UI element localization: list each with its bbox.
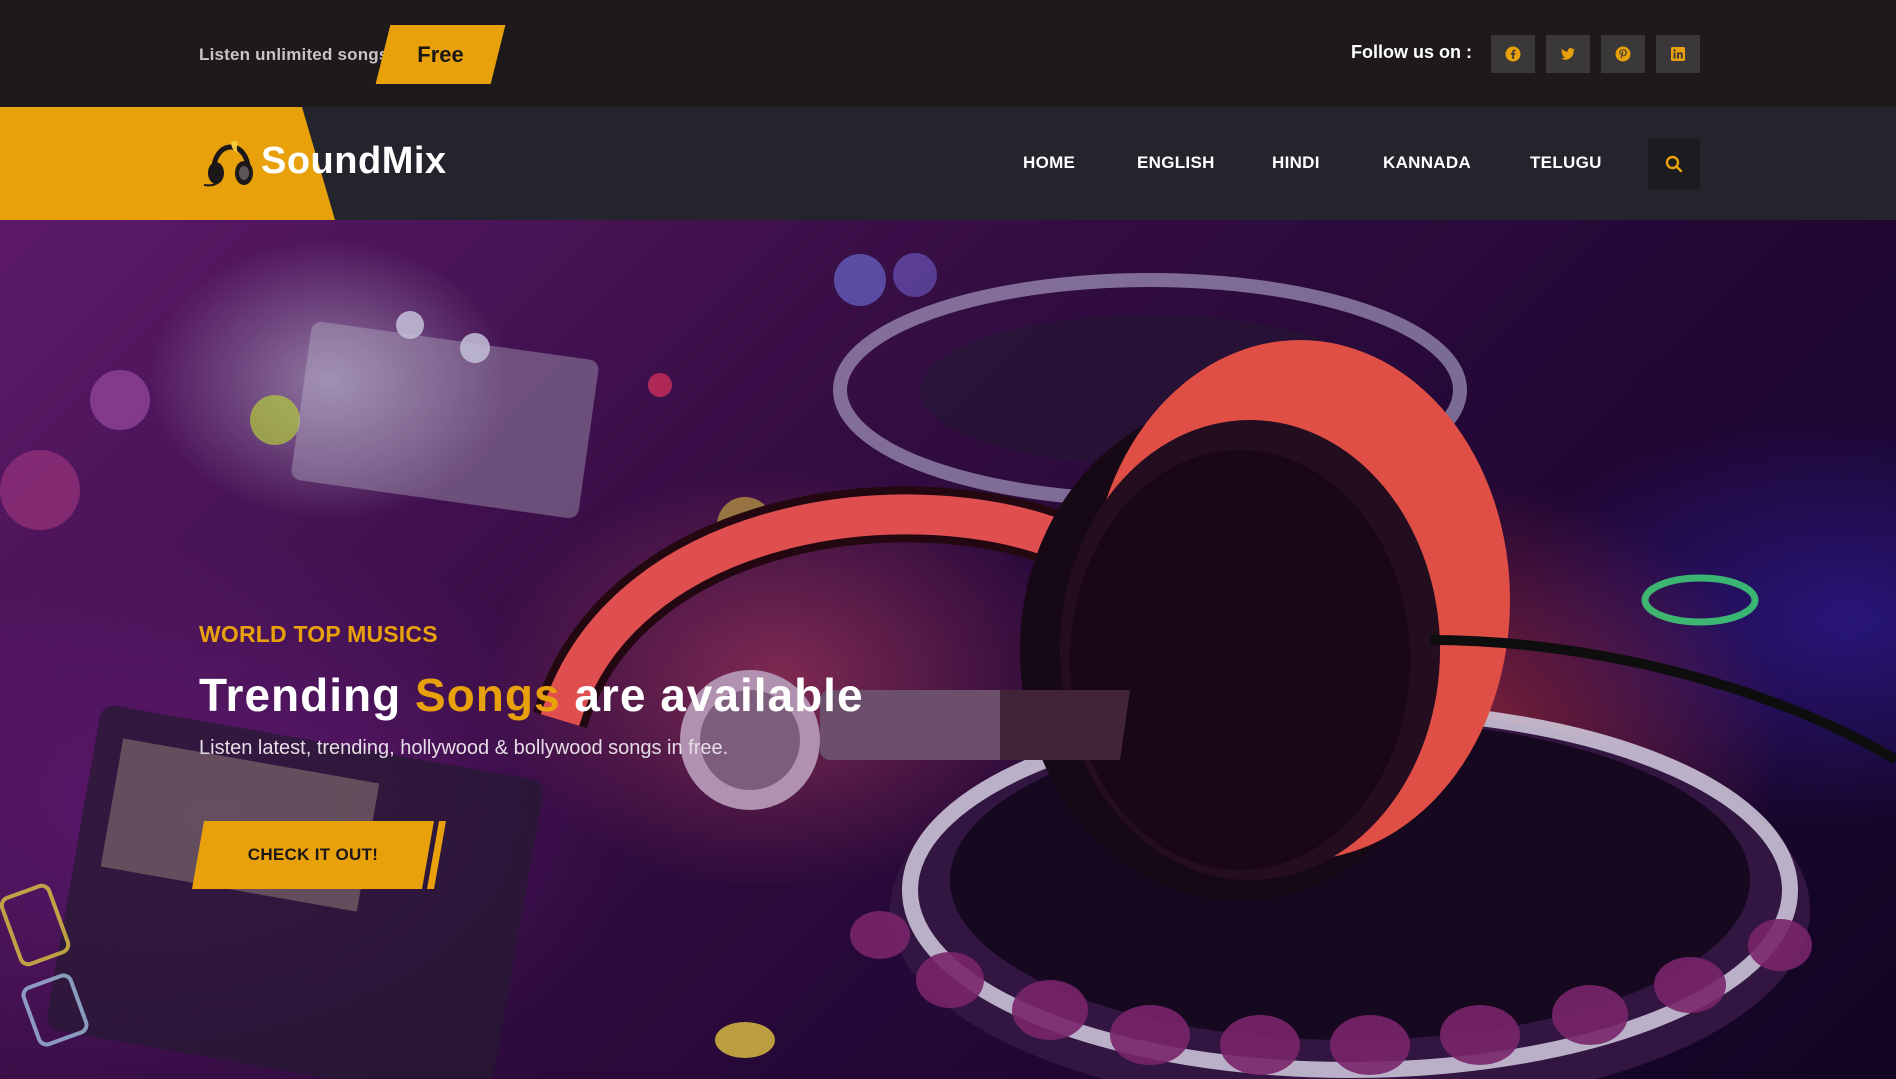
nav-home[interactable]: HOME (1023, 153, 1075, 173)
headphones-logo-icon (203, 140, 253, 187)
hero-subtitle: Listen latest, trending, hollywood & bol… (199, 737, 729, 759)
search-icon (1665, 155, 1683, 173)
hero-title-part2: are available (560, 669, 864, 721)
nav-telugu[interactable]: TELUGU (1530, 153, 1602, 173)
logo-text[interactable]: SoundMix (261, 140, 447, 183)
free-badge-label: Free (417, 42, 464, 67)
facebook-icon (1505, 46, 1521, 62)
hero-title-part1: Trending (199, 669, 415, 721)
top-bar: Listen unlimited songs Free Follow us on… (0, 0, 1896, 107)
linkedin-link[interactable] (1656, 35, 1700, 73)
pinterest-link[interactable] (1601, 35, 1645, 73)
twitter-icon (1560, 48, 1575, 60)
main-navbar: SoundMix HOME ENGLISH HINDI KANNADA TELU… (0, 107, 1896, 220)
free-badge: Free (375, 25, 506, 84)
pinterest-icon (1615, 46, 1631, 62)
linkedin-icon (1671, 47, 1685, 61)
nav-hindi[interactable]: HINDI (1272, 153, 1320, 173)
check-it-out-button[interactable]: CHECK IT OUT! (192, 821, 434, 889)
hero-title-highlight: Songs (415, 669, 561, 721)
nav-english[interactable]: ENGLISH (1137, 153, 1215, 173)
search-button[interactable] (1648, 138, 1700, 190)
hero-kicker: WORLD TOP MUSICS (199, 621, 438, 647)
follow-label: Follow us on : (1351, 42, 1472, 62)
hero-title: Trending Songs are available (199, 668, 864, 722)
nav-kannada[interactable]: KANNADA (1383, 153, 1471, 173)
check-it-out-label: CHECK IT OUT! (247, 845, 379, 864)
hero-banner: WORLD TOP MUSICS Trending Songs are avai… (0, 220, 1896, 1079)
twitter-link[interactable] (1546, 35, 1590, 73)
dj-headphones-background-image (0, 220, 1896, 1079)
promo-text: Listen unlimited songs (199, 45, 389, 64)
facebook-link[interactable] (1491, 35, 1535, 73)
